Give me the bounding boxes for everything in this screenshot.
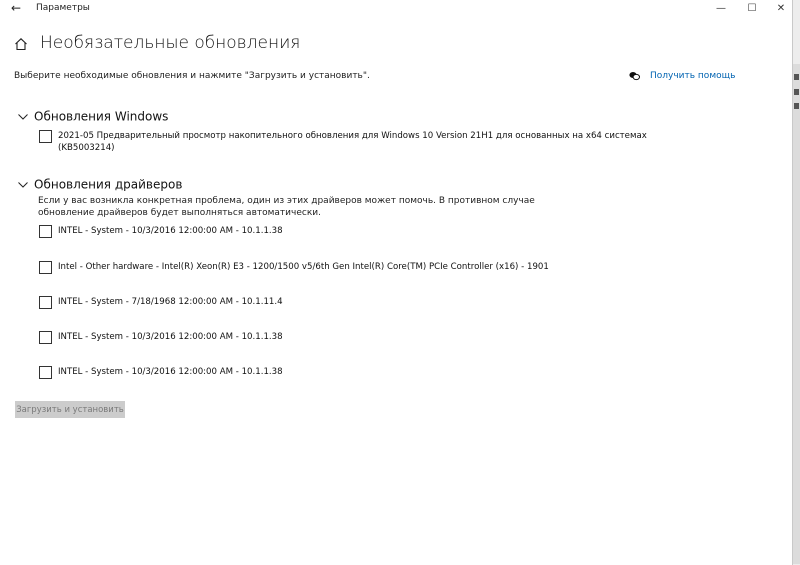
- app-title: Параметры: [36, 3, 90, 13]
- driver-label: INTEL - System - 10/3/2016 12:00:00 AM -…: [58, 332, 283, 342]
- back-button[interactable]: ←: [6, 0, 26, 18]
- maximize-button[interactable]: ☐: [737, 0, 767, 18]
- driver-label: INTEL - System - 10/3/2016 12:00:00 AM -…: [58, 367, 283, 377]
- update-label-line1: 2021-05 Предварительный просмотр накопит…: [58, 131, 647, 141]
- windows-updates-title: Обновления Windows: [34, 109, 169, 124]
- driver-label: INTEL - System - 10/3/2016 12:00:00 AM -…: [58, 226, 283, 236]
- windows-updates-section-toggle[interactable]: Обновления Windows: [18, 106, 168, 125]
- driver-updates-title: Обновления драйверов: [34, 177, 183, 192]
- page-title: Необязательные обновления: [40, 33, 301, 53]
- minimize-button[interactable]: —: [706, 0, 736, 18]
- chevron-down-icon: [18, 181, 28, 188]
- background-window-edge: [793, 0, 800, 565]
- get-help-label: Получить помощь: [650, 71, 736, 81]
- update-checkbox[interactable]: [39, 130, 52, 143]
- background-window-panel: [793, 64, 800, 564]
- driver-updates-section-toggle[interactable]: Обновления драйверов: [18, 174, 182, 193]
- driver-updates-description: Если у вас возникла конкретная проблема,…: [38, 196, 535, 218]
- download-install-button[interactable]: Загрузить и установить: [15, 401, 125, 418]
- driver-checkbox[interactable]: [39, 296, 52, 309]
- settings-window: ← Параметры — ☐ ✕ Необязательные обновле…: [0, 0, 793, 565]
- driver-checkbox[interactable]: [39, 331, 52, 344]
- background-mark: [794, 103, 799, 109]
- chevron-down-icon: [18, 113, 28, 120]
- driver-checkbox[interactable]: [39, 366, 52, 379]
- background-mark: [794, 89, 799, 95]
- close-button[interactable]: ✕: [766, 0, 796, 18]
- background-mark: [794, 74, 799, 80]
- home-icon[interactable]: [14, 37, 28, 51]
- title-bar: ← Параметры — ☐ ✕: [0, 0, 792, 18]
- driver-checkbox[interactable]: [39, 261, 52, 274]
- update-label: 2021-05 Предварительный просмотр накопит…: [58, 130, 647, 154]
- instruction-text: Выберите необходимые обновления и нажмит…: [14, 71, 370, 81]
- update-label-line2: (KB5003214): [58, 143, 115, 153]
- help-chat-icon: [629, 72, 640, 81]
- driver-label: Intel - Other hardware - Intel(R) Xeon(R…: [58, 262, 549, 272]
- driver-checkbox[interactable]: [39, 225, 52, 238]
- driver-label: INTEL - System - 7/18/1968 12:00:00 AM -…: [58, 297, 283, 307]
